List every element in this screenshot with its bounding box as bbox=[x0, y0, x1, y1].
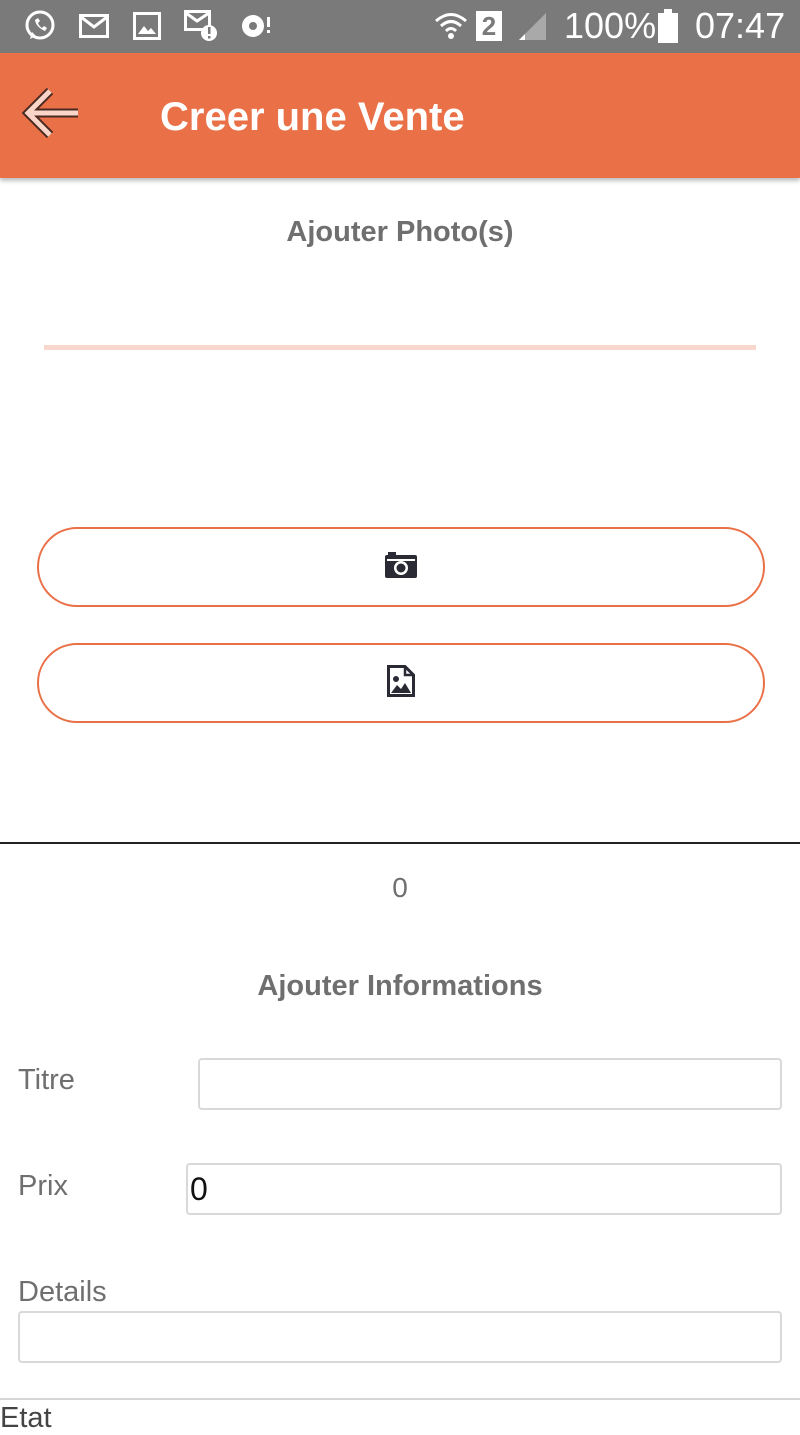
page-title: Creer une Vente bbox=[160, 95, 465, 139]
gallery-icon bbox=[132, 10, 162, 42]
app-bar: Creer une Vente bbox=[0, 53, 800, 178]
battery-icon bbox=[656, 9, 680, 43]
camera-icon bbox=[385, 551, 417, 583]
back-button[interactable] bbox=[21, 85, 86, 145]
mail-icon bbox=[78, 10, 110, 42]
take-photo-button[interactable] bbox=[37, 527, 765, 607]
status-bar: 2 100% 07:47 bbox=[0, 0, 800, 53]
clock: 07:47 bbox=[695, 5, 786, 46]
details-label: Details bbox=[18, 1276, 107, 1308]
mail-alert-icon bbox=[184, 10, 218, 42]
signal-icon bbox=[516, 10, 548, 42]
titre-label: Titre bbox=[18, 1064, 75, 1096]
etat-label: Etat bbox=[0, 1402, 52, 1434]
titre-field[interactable] bbox=[198, 1058, 782, 1110]
bottom-divider bbox=[0, 1398, 800, 1400]
prix-label: Prix bbox=[18, 1170, 68, 1202]
photos-section-title: Ajouter Photo(s) bbox=[286, 216, 514, 248]
sync-icon bbox=[238, 10, 272, 42]
details-field[interactable] bbox=[18, 1311, 782, 1363]
wifi-icon bbox=[434, 10, 468, 42]
section-divider bbox=[0, 842, 800, 844]
prix-field[interactable] bbox=[186, 1163, 782, 1215]
whatsapp-icon bbox=[22, 10, 58, 42]
battery-percent: 100% bbox=[564, 5, 657, 46]
info-section-title: Ajouter Informations bbox=[257, 970, 543, 1002]
pick-image-button[interactable] bbox=[37, 643, 765, 723]
photo-count: 0 bbox=[392, 872, 408, 903]
photo-strip-divider bbox=[44, 345, 756, 350]
image-file-icon bbox=[387, 664, 415, 702]
sim-2-icon: 2 bbox=[476, 11, 502, 41]
sim-badge-label: 2 bbox=[481, 11, 497, 41]
arrow-left-icon bbox=[21, 87, 82, 145]
